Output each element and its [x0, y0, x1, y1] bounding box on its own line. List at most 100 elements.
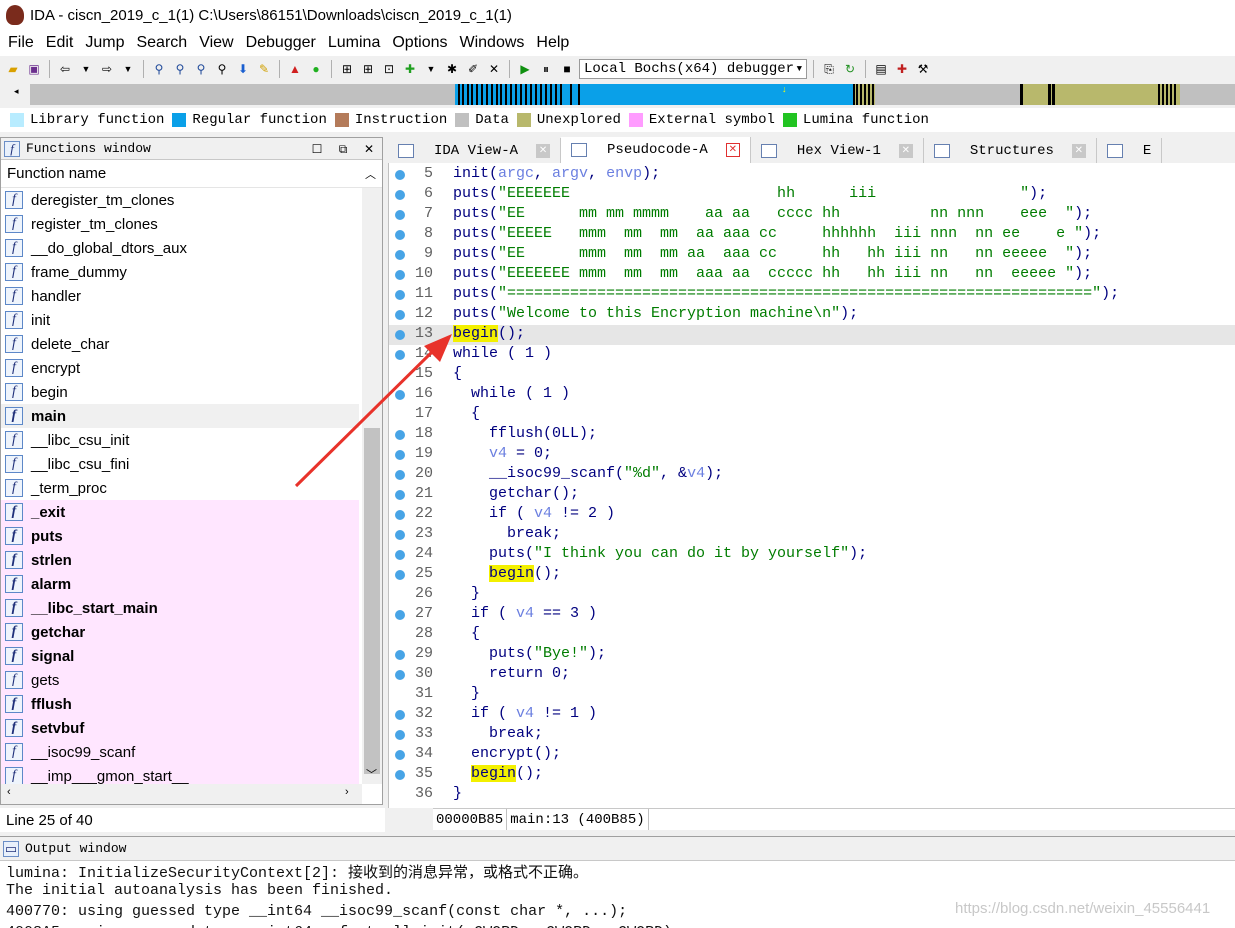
function-row[interactable]: f fflush — [1, 692, 359, 716]
code-line[interactable]: 21 getchar(); — [389, 485, 1235, 505]
search-immediate-icon[interactable]: ⚲ — [192, 60, 210, 78]
scroll-up-icon[interactable]: ︿ — [365, 166, 376, 182]
function-row[interactable]: f _term_proc — [1, 476, 359, 500]
open-file-icon[interactable]: ▰ — [4, 60, 22, 78]
make-string-icon[interactable]: ⊡ — [380, 60, 398, 78]
code-line[interactable]: 12 puts("Welcome to this Encryption machi… — [389, 305, 1235, 325]
tab-hex-view-1[interactable]: Hex View-1 ✕ — [750, 138, 924, 163]
menu-file[interactable]: File — [2, 34, 40, 52]
tab-close-icon[interactable]: ✕ — [725, 143, 740, 157]
code-line[interactable]: 31 } — [389, 685, 1235, 705]
code-line[interactable]: 9 puts("EE mmm mm mm aa aaa cc hh hh iii … — [389, 245, 1235, 265]
code-line[interactable]: 17 { — [389, 405, 1235, 425]
function-row[interactable]: f __libc_csu_init — [1, 428, 359, 452]
pause-icon[interactable]: ⏸ — [537, 60, 555, 78]
code-line[interactable]: 6 puts("EEEEEEE hh iii "); — [389, 185, 1235, 205]
tab-pseudocode-a[interactable]: Pseudocode-A ✕ — [561, 137, 751, 163]
tab-ida-view-a[interactable]: IDA View-A ✕ — [388, 138, 562, 163]
tab-close-icon[interactable]: ✕ — [898, 143, 913, 158]
code-line[interactable]: 15 { — [389, 365, 1235, 385]
function-row[interactable]: f puts — [1, 524, 359, 548]
function-row[interactable]: f __do_global_dtors_aux — [1, 236, 359, 260]
code-line[interactable]: 28 { — [389, 625, 1235, 645]
code-line[interactable]: 27 if ( v4 == 3 ) — [389, 605, 1235, 625]
undefine-icon[interactable]: ✕ — [485, 60, 503, 78]
code-line[interactable]: 22 if ( v4 != 2 ) — [389, 505, 1235, 525]
search-next-icon[interactable]: ⚲ — [213, 60, 231, 78]
tab-close-icon[interactable]: ✕ — [1071, 143, 1086, 158]
code-line[interactable]: 11 puts("================================… — [389, 285, 1235, 305]
function-row[interactable]: f strlen — [1, 548, 359, 572]
save-icon[interactable]: ▣ — [25, 60, 43, 78]
code-line[interactable]: 36} — [389, 785, 1235, 805]
float-icon[interactable]: ⧉ — [335, 141, 351, 157]
code-line[interactable]: 23 break; — [389, 525, 1235, 545]
function-row[interactable]: f begin — [1, 380, 359, 404]
code-line[interactable]: 16 while ( 1 ) — [389, 385, 1235, 405]
edit-icon[interactable]: ✐ — [464, 60, 482, 78]
mark-icon[interactable]: ✎ — [255, 60, 273, 78]
function-row[interactable]: f frame_dummy — [1, 260, 359, 284]
function-row[interactable]: f _exit — [1, 500, 359, 524]
attach-icon[interactable]: ⎘ — [820, 60, 838, 78]
tab-close-icon[interactable]: ✕ — [536, 143, 551, 158]
menu-lumina[interactable]: Lumina — [322, 34, 386, 52]
pseudocode-view[interactable]: 5 init(argc, argv, envp); 6 puts("EEEEEEE h… — [388, 163, 1235, 808]
code-line[interactable]: 10 puts("EEEEEEE mmm mm mm aaa aa ccccc h… — [389, 265, 1235, 285]
menu-windows[interactable]: Windows — [453, 34, 530, 52]
code-line[interactable]: 14 while ( 1 ) — [389, 345, 1235, 365]
code-line[interactable]: 19 v4 = 0; — [389, 445, 1235, 465]
function-row[interactable]: f signal — [1, 644, 359, 668]
refresh-icon[interactable]: ↻ — [841, 60, 859, 78]
code-line[interactable]: 34 encrypt(); — [389, 745, 1235, 765]
menu-edit[interactable]: Edit — [40, 34, 80, 52]
functions-vertical-scrollbar[interactable]: ﹀ — [362, 188, 382, 784]
breakpoints-icon[interactable]: ▤ — [872, 60, 890, 78]
tab-e[interactable]: E — [1096, 138, 1163, 163]
error-icon[interactable]: ▲ — [286, 60, 304, 78]
code-line[interactable]: 20 __isoc99_scanf("%d", &v4); — [389, 465, 1235, 485]
nav-scroll-arrow-icon[interactable]: ◂ — [14, 86, 19, 97]
function-row[interactable]: f handler — [1, 284, 359, 308]
make-code-icon[interactable]: ⊞ — [338, 60, 356, 78]
function-row[interactable]: f delete_char — [1, 332, 359, 356]
code-line[interactable]: 18 fflush(0LL); — [389, 425, 1235, 445]
scroll-down-icon[interactable]: ﹀ — [366, 766, 377, 782]
jump-down-icon[interactable]: ⬇ — [234, 60, 252, 78]
tab-structures[interactable]: Structures ✕ — [923, 138, 1097, 163]
make-data-icon[interactable]: ⊞ — [359, 60, 377, 78]
code-line[interactable]: 5 init(argc, argv, envp); — [389, 165, 1235, 185]
back-dropdown-icon[interactable]: ▼ — [77, 60, 95, 78]
search-binary-icon[interactable]: ⚲ — [171, 60, 189, 78]
function-row[interactable]: f main — [1, 404, 359, 428]
add-icon[interactable]: ✚ — [401, 60, 419, 78]
function-row[interactable]: f deregister_tm_clones — [1, 188, 359, 212]
patch-icon[interactable]: ✱ — [443, 60, 461, 78]
scroll-left-icon[interactable]: ‹ — [7, 786, 11, 798]
function-row[interactable]: f encrypt — [1, 356, 359, 380]
add-breakpoint-icon[interactable]: ✚ — [893, 60, 911, 78]
menu-debugger[interactable]: Debugger — [240, 34, 322, 52]
function-row[interactable]: f __libc_csu_fini — [1, 452, 359, 476]
function-row[interactable]: f register_tm_clones — [1, 212, 359, 236]
forward-icon[interactable]: ⇨ — [98, 60, 116, 78]
add-dropdown-icon[interactable]: ▼ — [422, 60, 440, 78]
menu-help[interactable]: Help — [530, 34, 575, 52]
code-line[interactable]: 24 puts("I think you can do it by yourse… — [389, 545, 1235, 565]
scrollbar-thumb[interactable] — [364, 428, 380, 774]
function-row[interactable]: f __imp___gmon_start__ — [1, 764, 359, 784]
code-line[interactable]: 26 } — [389, 585, 1235, 605]
code-line[interactable]: 35 begin(); — [389, 765, 1235, 785]
code-line[interactable]: 33 break; — [389, 725, 1235, 745]
menu-options[interactable]: Options — [386, 34, 453, 52]
code-line[interactable]: 25 begin(); — [389, 565, 1235, 585]
tools-icon[interactable]: ⚒ — [914, 60, 932, 78]
code-line[interactable]: 13 begin(); — [389, 325, 1235, 345]
functions-horizontal-scrollbar[interactable]: ‹ › — [1, 784, 362, 804]
forward-dropdown-icon[interactable]: ▼ — [119, 60, 137, 78]
navigation-bar[interactable]: ↓ — [30, 84, 1235, 105]
function-row[interactable]: f __libc_start_main — [1, 596, 359, 620]
scroll-right-icon[interactable]: › — [345, 786, 349, 798]
search-text-icon[interactable]: ⚲ — [150, 60, 168, 78]
stop-icon[interactable]: ■ — [558, 60, 576, 78]
